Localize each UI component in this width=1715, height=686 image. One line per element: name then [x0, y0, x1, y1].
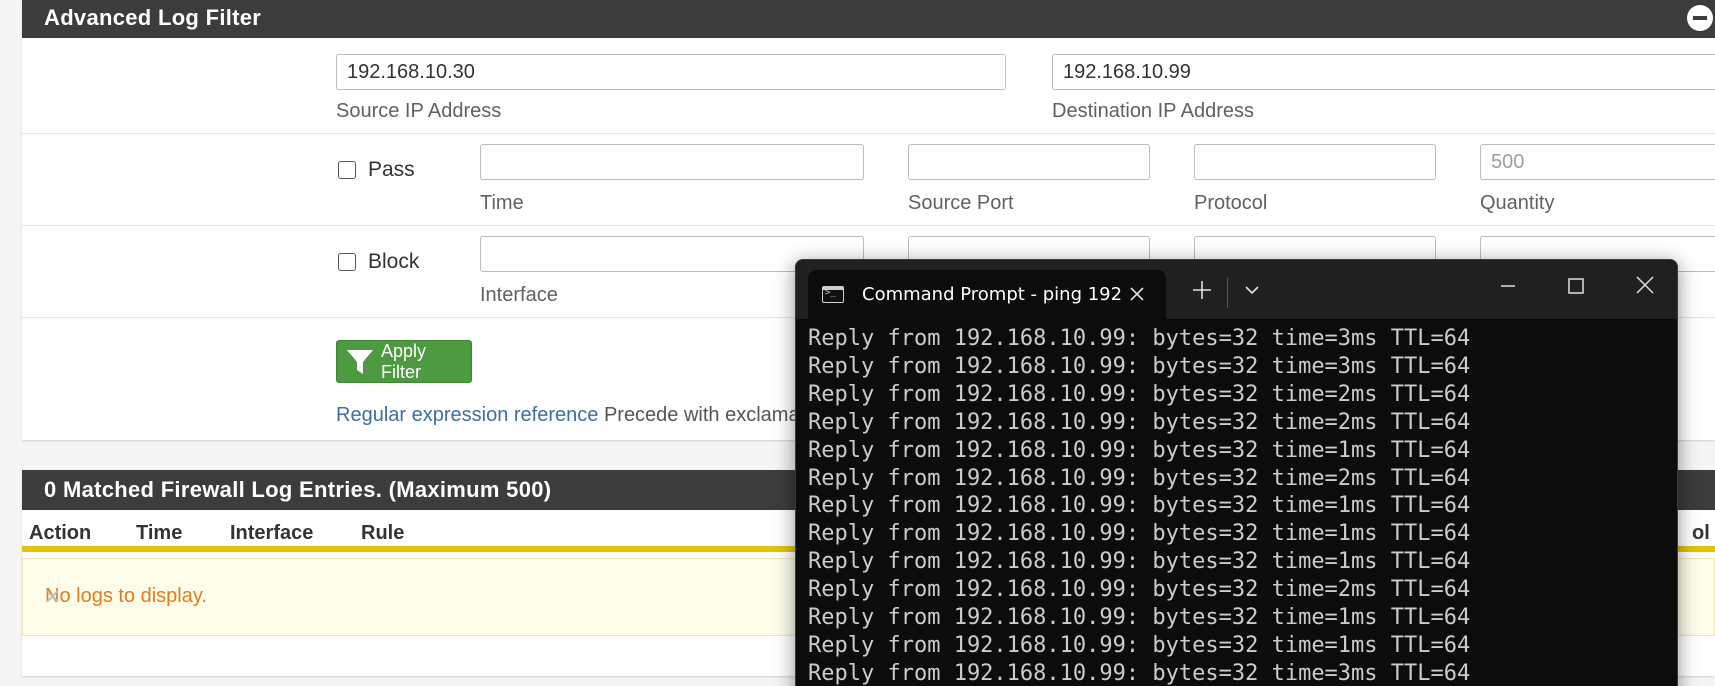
terminal-line: Reply from 192.168.10.99: bytes=32 time=… [808, 660, 1471, 686]
column-action[interactable]: Action [29, 522, 91, 545]
terminal-line: Reply from 192.168.10.99: bytes=32 time=… [808, 521, 1471, 547]
terminal-line: Reply from 192.168.10.99: bytes=32 time=… [808, 437, 1471, 463]
source-ip-label: Source IP Address [336, 100, 502, 122]
chevron-down-icon[interactable] [1240, 276, 1264, 304]
column-time[interactable]: Time [136, 522, 182, 545]
terminal-line: Reply from 192.168.10.99: bytes=32 time=… [808, 409, 1471, 435]
block-checkbox[interactable] [338, 253, 356, 271]
column-rule[interactable]: Rule [361, 522, 404, 545]
terminal-line: Reply from 192.168.10.99: bytes=32 time=… [808, 577, 1471, 603]
title-bar-separator [1227, 278, 1228, 308]
source-ip-input[interactable] [336, 54, 1006, 90]
quantity-input[interactable] [1480, 144, 1715, 180]
command-prompt-icon [822, 286, 844, 303]
terminal-tab[interactable]: Command Prompt - ping 192 [808, 270, 1166, 319]
terminal-line: Reply from 192.168.10.99: bytes=32 time=… [808, 326, 1471, 351]
interface-label: Interface [480, 284, 558, 306]
pass-label: Pass [368, 158, 415, 181]
close-tab-icon[interactable] [1126, 283, 1148, 305]
log-panel-title: 0 Matched Firewall Log Entries. (Maximum… [44, 477, 552, 502]
minus-icon [1693, 16, 1707, 20]
protocol-input[interactable] [1194, 144, 1436, 180]
minimize-icon[interactable] [1496, 274, 1520, 298]
new-tab-icon[interactable] [1190, 276, 1214, 304]
pass-row: Pass Time Source Port Protocol Quantity [22, 134, 1715, 226]
terminal-line: Reply from 192.168.10.99: bytes=32 time=… [808, 493, 1471, 519]
filter-panel-heading: Advanced Log Filter [22, 0, 1715, 38]
terminal-line: Reply from 192.168.10.99: bytes=32 time=… [808, 381, 1471, 407]
time-input[interactable] [480, 144, 864, 180]
source-port-label: Source Port [908, 192, 1014, 214]
regex-help-text: Precede with exclama [603, 404, 800, 426]
apply-filter-button[interactable]: Apply Filter [336, 340, 472, 383]
source-port-input[interactable] [908, 144, 1150, 180]
destination-ip-input[interactable] [1052, 54, 1715, 90]
close-window-icon[interactable] [1632, 272, 1658, 298]
regex-help-line: Regular expression reference Precede wit… [336, 404, 800, 427]
filter-panel-title: Advanced Log Filter [44, 5, 262, 30]
terminal-output[interactable]: Reply from 192.168.10.99: bytes=32 time=… [796, 319, 1677, 686]
terminal-line: Reply from 192.168.10.99: bytes=32 time=… [808, 605, 1471, 631]
maximize-icon[interactable] [1564, 274, 1588, 298]
column-protocol-partial[interactable]: ol [1692, 522, 1710, 545]
quantity-label: Quantity [1480, 192, 1555, 214]
terminal-line: Reply from 192.168.10.99: bytes=32 time=… [808, 549, 1471, 575]
apply-filter-label: Apply Filter [381, 340, 427, 382]
regex-reference-link[interactable]: Regular expression reference [336, 404, 598, 426]
column-interface[interactable]: Interface [230, 522, 313, 545]
ip-address-row: Source IP Address Destination IP Address [22, 40, 1715, 134]
terminal-line: Reply from 192.168.10.99: bytes=32 time=… [808, 632, 1471, 658]
command-prompt-window[interactable]: Command Prompt - ping 192 Reply from 192… [795, 259, 1678, 686]
destination-ip-label: Destination IP Address [1052, 100, 1254, 122]
protocol-label: Protocol [1194, 192, 1268, 214]
terminal-title-bar[interactable]: Command Prompt - ping 192 [796, 260, 1677, 319]
terminal-line: Reply from 192.168.10.99: bytes=32 time=… [808, 465, 1471, 491]
block-label: Block [368, 250, 420, 273]
time-label: Time [480, 192, 524, 214]
terminal-line: Reply from 192.168.10.99: bytes=32 time=… [808, 353, 1471, 379]
collapse-panel-button[interactable] [1687, 5, 1713, 31]
pass-checkbox[interactable] [338, 161, 356, 179]
terminal-tab-title: Command Prompt - ping 192 [862, 284, 1123, 305]
filter-icon [347, 349, 373, 374]
